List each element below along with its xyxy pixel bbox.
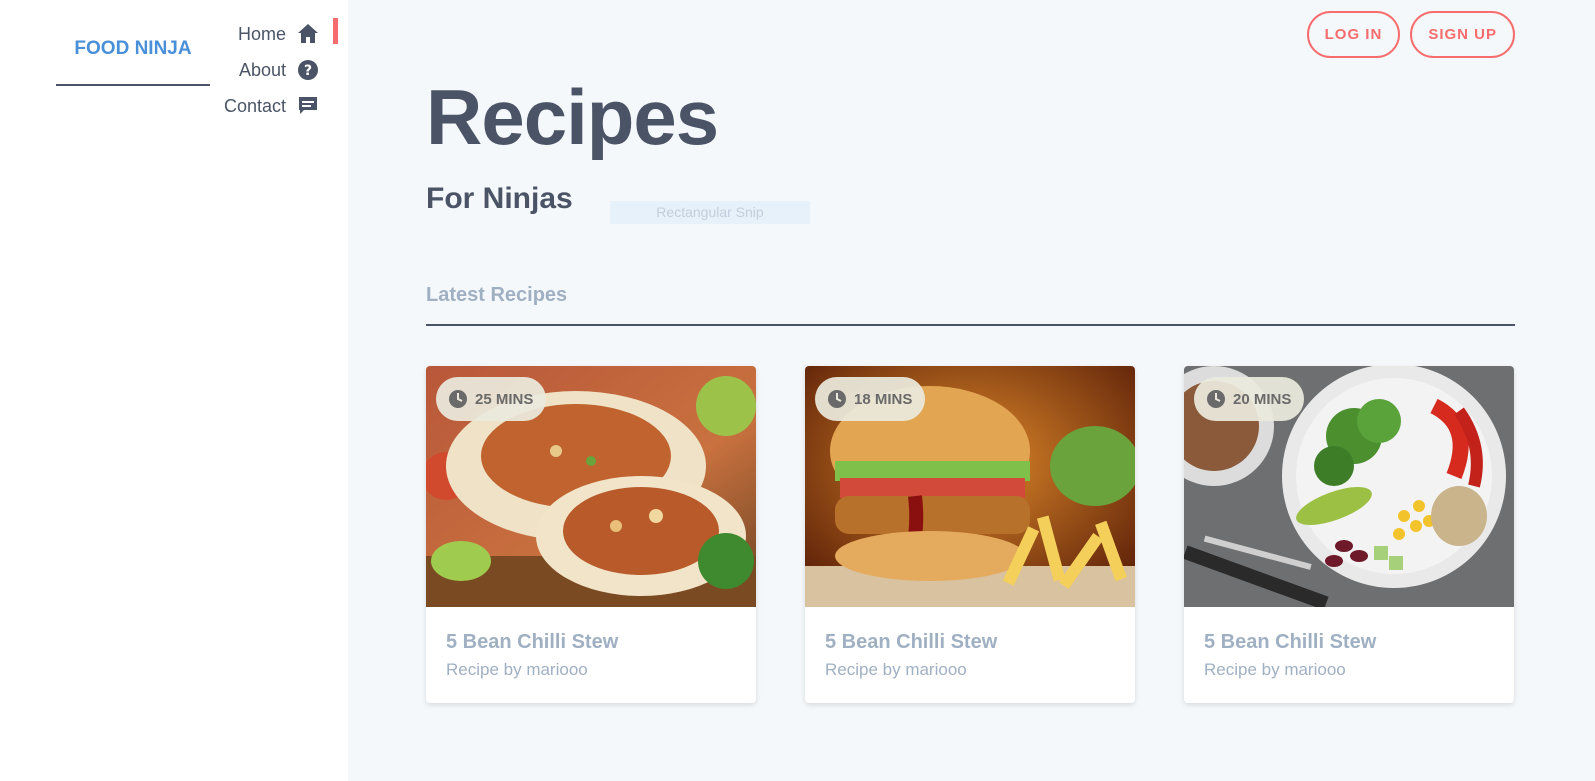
recipe-list: 25 MINS 5 Bean Chilli Stew Recipe by mar… <box>426 366 1514 703</box>
page-title: Recipes <box>426 73 719 161</box>
time-badge: 20 MINS <box>1194 377 1305 421</box>
recipe-image-burger: 18 MINS <box>805 366 1135 607</box>
snip-overlay-label: Rectangular Snip <box>610 201 810 224</box>
svg-text:?: ? <box>304 63 312 79</box>
recipe-image-salad-bowl: 20 MINS <box>1184 366 1514 607</box>
time-badge: 18 MINS <box>815 377 926 421</box>
recipe-author: Recipe by mariooo <box>1204 660 1346 679</box>
recipe-card[interactable]: 20 MINS 5 Bean Chilli Stew Recipe by mar… <box>1184 366 1514 703</box>
brand-logo[interactable]: FOOD NINJA <box>56 30 210 86</box>
recipe-author: Recipe by mariooo <box>446 660 588 679</box>
page-subtitle: For Ninjas <box>426 182 573 215</box>
recipe-card[interactable]: 18 MINS 5 Bean Chilli Stew Recipe by mar… <box>805 366 1135 703</box>
clock-icon <box>828 390 846 408</box>
auth-buttons: LOG IN SIGN UP <box>1306 11 1515 58</box>
chat-icon <box>296 94 320 118</box>
time-label: 18 MINS <box>854 390 913 408</box>
sidebar: FOOD NINJA Home About ? Contact <box>0 0 348 781</box>
time-badge: 25 MINS <box>436 377 547 421</box>
time-label: 25 MINS <box>475 390 534 408</box>
section-title: Latest Recipes <box>426 284 1515 326</box>
main-content: LOG IN SIGN UP Recipes For Ninjas Rectan… <box>348 0 1595 781</box>
login-button[interactable]: LOG IN <box>1306 11 1401 58</box>
recipe-title: 5 Bean Chilli Stew <box>446 631 619 653</box>
nav-item-home[interactable]: Home <box>198 16 338 52</box>
recipe-card[interactable]: 25 MINS 5 Bean Chilli Stew Recipe by mar… <box>426 366 756 703</box>
help-icon: ? <box>296 58 320 82</box>
nav-item-label: Contact <box>223 95 286 116</box>
main-nav: Home About ? Contact <box>198 16 338 124</box>
nav-item-contact[interactable]: Contact <box>198 88 338 124</box>
clock-icon <box>1207 390 1225 408</box>
nav-item-about[interactable]: About ? <box>198 52 338 88</box>
signup-button[interactable]: SIGN UP <box>1410 11 1515 58</box>
clock-icon <box>449 390 467 408</box>
nav-item-label: Home <box>237 23 286 44</box>
time-label: 20 MINS <box>1233 390 1292 408</box>
recipe-title: 5 Bean Chilli Stew <box>825 631 998 653</box>
nav-item-label: About <box>238 59 286 80</box>
recipe-title: 5 Bean Chilli Stew <box>1204 631 1377 653</box>
recipe-author: Recipe by mariooo <box>825 660 967 679</box>
home-icon <box>296 22 320 46</box>
recipe-image-burrito: 25 MINS <box>426 366 756 607</box>
